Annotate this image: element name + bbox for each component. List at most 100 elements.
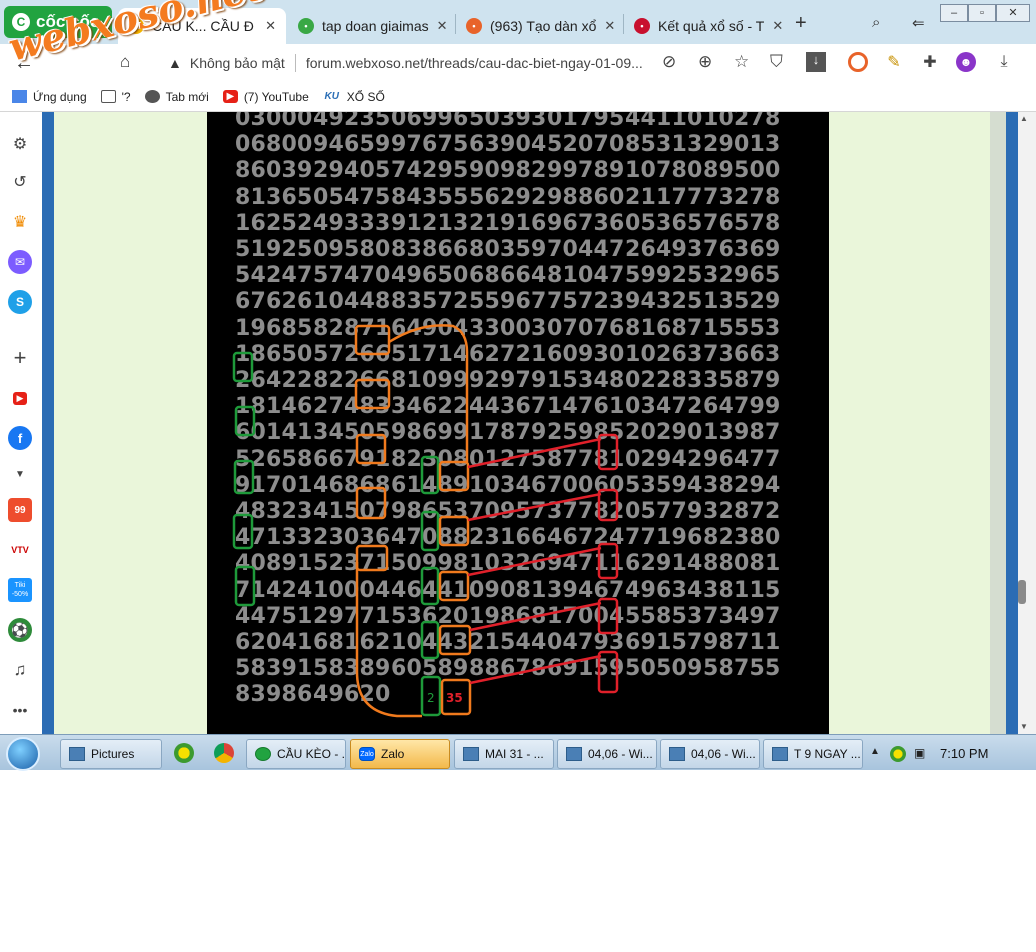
taskbar-item-cau-keo[interactable]: CẦU KÈO - ... [246, 739, 346, 769]
page-border-left [42, 112, 54, 734]
youtube-icon[interactable]: ▶ [8, 386, 32, 410]
zoom-icon[interactable]: ⊕ [698, 52, 712, 72]
clock[interactable]: 7:10 PM [940, 746, 988, 761]
pencil-icon[interactable]: ✎ [884, 52, 904, 72]
add-icon[interactable]: + [8, 345, 32, 370]
red-box [597, 542, 619, 580]
close-window-button[interactable]: ✕ [996, 4, 1030, 22]
security-label[interactable]: Không bảo mật [190, 55, 285, 71]
tab-tap-doan[interactable]: • tap doan giaimas ✕ [288, 8, 453, 44]
bookmark-star-icon[interactable]: ☆ [734, 52, 749, 72]
crown-icon[interactable]: ♛ [8, 210, 32, 234]
facebook-icon[interactable]: f [8, 426, 32, 450]
history-icon[interactable]: ↺ [8, 170, 32, 194]
coccoc-pin-icon[interactable] [174, 743, 194, 763]
close-tab-icon[interactable]: ✕ [437, 18, 448, 34]
window-icon [669, 747, 685, 761]
more-down-icon[interactable]: ▼ [8, 462, 32, 486]
profile-icon[interactable]: ☻ [956, 52, 976, 72]
new-tab-button[interactable]: + [795, 12, 807, 35]
tab-search-icon[interactable]: ⌕ [872, 14, 880, 31]
scroll-down-icon[interactable]: ▼ [1020, 722, 1028, 731]
skype-icon[interactable]: S [8, 290, 32, 314]
shopee-icon[interactable]: 99 [8, 498, 32, 522]
apps-icon [12, 90, 27, 103]
tab-tao-dan[interactable]: • (963) Tạo dàn xổ ✕ [456, 8, 622, 44]
taskbar: Pictures CẦU KÈO - ... Zalo Zalo MAI 31 … [0, 734, 1036, 771]
red-link-line [467, 546, 602, 577]
annotation-overlay: 2 35 [232, 324, 619, 718]
bookmark-apps[interactable]: Ứng dụng [12, 90, 87, 104]
tab-back-icon[interactable]: ⇐ [912, 14, 925, 32]
home-icon[interactable]: ⌂ [120, 52, 130, 72]
green-box [234, 405, 256, 437]
close-tab-icon[interactable]: ✕ [604, 18, 615, 34]
scrollbar[interactable] [1018, 112, 1036, 734]
red-bottom-label: 35 [446, 691, 463, 705]
messenger-icon[interactable]: ✉ [8, 250, 32, 274]
red-link-line [469, 601, 602, 632]
address-bar[interactable]: ▲ Không bảo mật forum.webxoso.net/thread… [160, 48, 832, 78]
tiki-icon[interactable]: Tiki -50% [8, 578, 32, 602]
window-icon [463, 747, 479, 761]
green-box [420, 455, 440, 495]
blocked-icon[interactable]: ⊘ [662, 52, 676, 72]
page-border-right [1006, 112, 1018, 734]
globe-icon: • [634, 18, 650, 34]
minimize-button[interactable]: – [940, 4, 968, 22]
bookmark-folder[interactable]: '? [100, 90, 131, 104]
tray-expand-icon[interactable]: ▲ [870, 746, 880, 757]
green-box [232, 513, 254, 550]
taskbar-item-pictures[interactable]: Pictures [60, 739, 162, 769]
taskbar-item-t9-ngay[interactable]: T 9 NGAY ... [763, 739, 863, 769]
football-icon[interactable]: ⚽ [8, 618, 32, 642]
bookmark-new-tab[interactable]: Tab mới [144, 89, 209, 104]
shield-icon[interactable]: ⛉ [770, 52, 783, 72]
lottery-number-image: 03000 49235 06996 50393 01795 44110 10278 06800… [207, 112, 829, 734]
bell-icon[interactable]: ♫ [8, 658, 32, 682]
url-text[interactable]: forum.webxoso.net/threads/cau-dac-biet-n… [306, 55, 643, 71]
network-icon[interactable]: ▣ [914, 746, 925, 760]
taskbar-item-04-06-a[interactable]: 04,06 - Wi... [557, 739, 657, 769]
maximize-button[interactable]: ▫ [968, 4, 996, 22]
chrome-pin-icon[interactable] [214, 743, 234, 763]
download-page-icon[interactable]: ↓ [806, 52, 826, 72]
orange-bracket-top [388, 324, 469, 462]
tab-ket-qua[interactable]: • Kết quả xổ số - T ✕ [624, 8, 790, 44]
tray-coccoc-icon[interactable] [890, 746, 906, 762]
orange-bracket-bottom [355, 562, 422, 718]
scrollbar-thumb[interactable] [1018, 580, 1026, 604]
green-box [234, 565, 256, 607]
close-tab-icon[interactable]: ✕ [772, 18, 783, 34]
taskbar-item-zalo[interactable]: Zalo Zalo [350, 739, 450, 769]
close-tab-icon[interactable]: ✕ [265, 18, 276, 34]
ku-icon: KU [324, 91, 339, 102]
orange-box [438, 515, 470, 547]
coccoc-icon [255, 747, 271, 761]
url-separator [294, 54, 296, 72]
taskbar-item-mai-31[interactable]: MAI 31 - ... [454, 739, 554, 769]
downloads-icon[interactable]: ⤓ [994, 52, 1014, 72]
fire-icon: • [466, 18, 482, 34]
vtv-icon[interactable]: VTV [8, 538, 32, 562]
toolbar: ← ⌂ ▲ Không bảo mật forum.webxoso.net/th… [0, 44, 1036, 82]
taskbar-item-04-06-b[interactable]: 04,06 - Wi... [660, 739, 760, 769]
extension-colorful-icon[interactable] [848, 52, 868, 72]
bookmark-label: Tab mới [165, 89, 209, 104]
taskbar-label: CẦU KÈO - ... [277, 747, 346, 761]
bookmarks-bar: Ứng dụng '? Tab mới ▶ (7) YouTube KU XỔ … [0, 82, 1036, 112]
puzzle-icon[interactable]: ✚ [920, 52, 940, 72]
more-icon[interactable]: ••• [8, 698, 32, 722]
settings-icon[interactable]: ⚙ [8, 132, 32, 156]
start-button[interactable] [6, 737, 40, 771]
bookmark-xoso[interactable]: KU XỔ SỐ [323, 90, 385, 104]
scroll-up-icon[interactable]: ▲ [1020, 114, 1028, 123]
taskbar-label: T 9 NGAY ... [794, 747, 861, 761]
green-box [233, 459, 255, 495]
green-bottom-label: 2 [427, 691, 435, 705]
red-link-line [469, 654, 602, 685]
green-box [420, 620, 440, 660]
bookmark-youtube[interactable]: ▶ (7) YouTube [222, 90, 309, 104]
screen: C cốc cốc XS CẦU K... CẦU Đ ✕ • tap doan… [0, 0, 1036, 952]
taskbar-label: 04,06 - Wi... [588, 747, 653, 761]
